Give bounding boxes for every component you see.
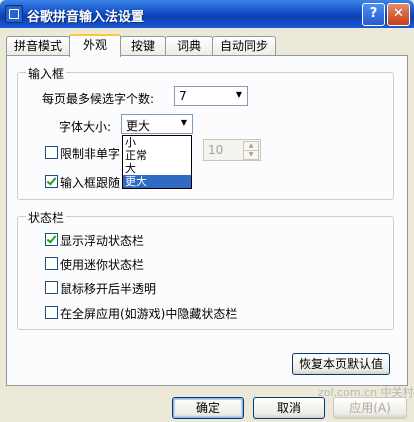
font-size-value: 更大 [126, 119, 151, 133]
title-bar[interactable]: 谷歌拼音输入法设置 ? ✕ [0, 0, 414, 28]
tab-dictionary[interactable]: 词典 [165, 36, 213, 55]
font-size-option[interactable]: 小 [123, 136, 191, 149]
status-option-checkbox[interactable] [45, 257, 58, 270]
status-bar-group-label: 状态栏 [26, 209, 67, 226]
font-size-option[interactable]: 大 [123, 162, 191, 175]
limit-spinner[interactable]: 10 ▲ ▼ [203, 139, 261, 161]
font-size-select[interactable]: 更大 ▼ [121, 114, 193, 134]
apply-button[interactable]: 应用(A) [333, 397, 407, 419]
chevron-down-icon[interactable]: ▼ [178, 117, 190, 129]
limit-checkbox[interactable] [45, 146, 58, 159]
status-option-checkbox[interactable] [45, 233, 58, 246]
status-option-checkbox[interactable] [45, 306, 58, 319]
candidates-label: 每页最多候选字个数: [42, 92, 155, 106]
status-option-label: 鼠标移开后半透明 [60, 282, 157, 296]
input-box-group-label: 输入框 [26, 65, 67, 82]
chevron-down-icon[interactable]: ▼ [233, 89, 245, 101]
tab-pinyin-mode[interactable]: 拼音模式 [6, 36, 70, 55]
follow-label: 输入框跟随 [60, 176, 121, 190]
settings-window: 谷歌拼音输入法设置 ? ✕ 拼音模式 外观 按键 词典 自动同步 输入框 每页最… [0, 0, 414, 422]
tab-appearance[interactable]: 外观 [69, 34, 121, 57]
candidates-select[interactable]: 7 ▼ [174, 86, 248, 106]
watermark: zol.com.cn 中关村在线 [318, 386, 414, 399]
status-option-label: 显示浮动状态栏 [60, 234, 145, 248]
status-option-checkbox[interactable] [45, 281, 58, 294]
limit-value: 10 [208, 143, 224, 157]
help-button[interactable]: ? [362, 3, 385, 26]
font-size-option-selected[interactable]: 更大 [123, 175, 191, 188]
font-size-option[interactable]: 正常 [123, 149, 191, 162]
status-option-label: 在全屏应用(如游戏)中隐藏状态栏 [60, 307, 238, 321]
app-icon [5, 5, 23, 23]
font-size-label: 字体大小: [59, 120, 112, 134]
tab-keys[interactable]: 按键 [120, 36, 166, 55]
font-size-dropdown: 小 正常 大 更大 [122, 135, 192, 189]
restore-defaults-button[interactable]: 恢复本页默认值 [292, 353, 390, 375]
tab-auto-sync[interactable]: 自动同步 [212, 36, 276, 55]
close-button[interactable]: ✕ [387, 3, 410, 26]
window-title: 谷歌拼音输入法设置 [27, 10, 145, 25]
spin-down-icon[interactable]: ▼ [243, 150, 259, 160]
candidates-value: 7 [179, 89, 187, 103]
ok-button[interactable]: 确定 [172, 397, 244, 419]
status-option-label: 使用迷你状态栏 [60, 258, 145, 272]
follow-checkbox[interactable] [45, 175, 58, 188]
limit-label: 限制非单字 [60, 147, 121, 161]
cancel-button[interactable]: 取消 [253, 397, 325, 419]
